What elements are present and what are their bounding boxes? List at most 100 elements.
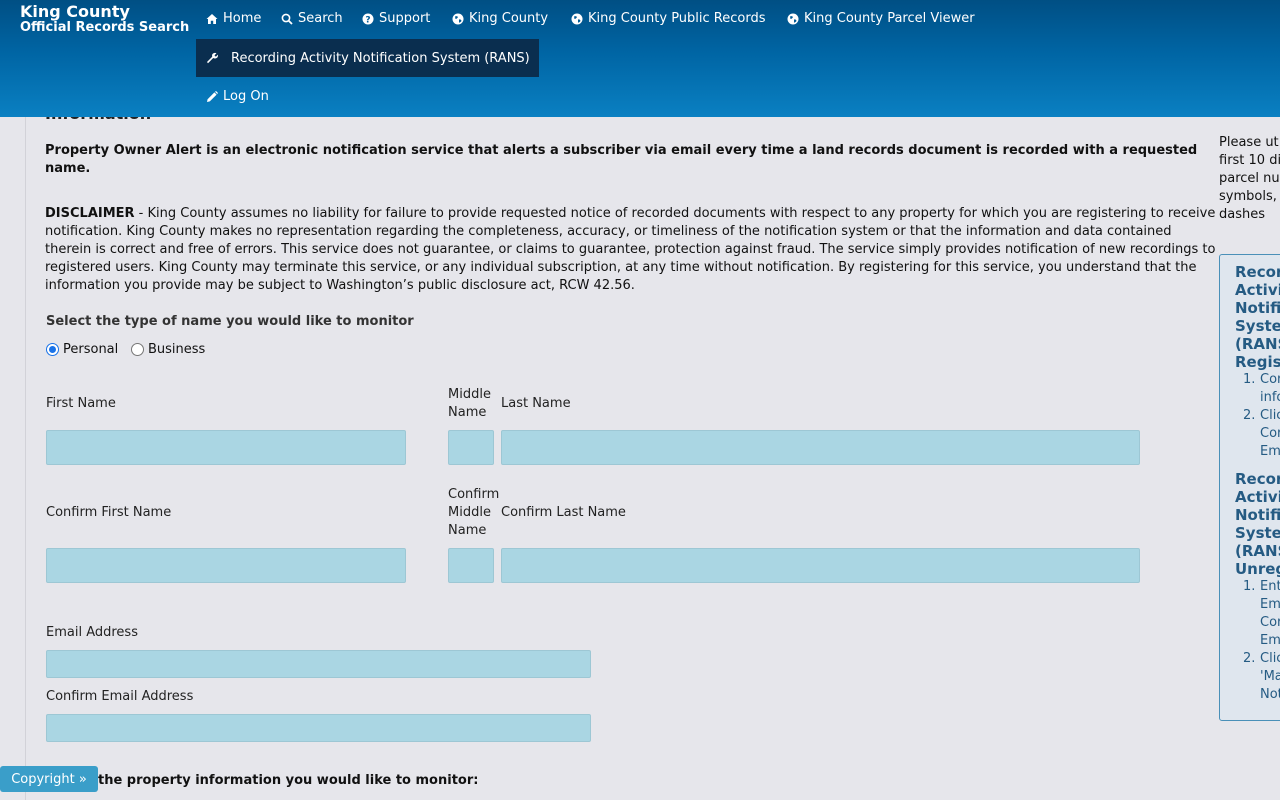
nav-parcel-viewer-label: King County Parcel Viewer [804, 11, 975, 26]
confirm-middle-name-label: Confirm Middle Name [448, 486, 499, 540]
note-line: dashes [1219, 207, 1266, 222]
registered-step-1: 1. Cor info [1243, 371, 1280, 407]
confirm-first-name-label: Confirm First Name [46, 505, 172, 520]
step-text: Cor [1260, 426, 1280, 441]
step-text: info [1260, 390, 1280, 405]
middle-name-input[interactable] [448, 430, 494, 465]
brand-subtitle: Official Records Search [20, 20, 190, 35]
nav-search-label: Search [298, 11, 343, 26]
confirm-email-input[interactable] [46, 714, 591, 742]
email-label: Email Address [46, 625, 138, 640]
nav-public-records[interactable]: King County Public Records [571, 11, 766, 27]
nav-king-county-label: King County [469, 11, 549, 26]
nav-home-label: Home [223, 11, 262, 26]
middle-name-label: Middle Name [448, 386, 491, 422]
nav-support-label: Support [379, 11, 431, 26]
first-name-input[interactable] [46, 430, 406, 465]
title-line: Activi [1235, 488, 1280, 506]
middle-name-label-line: Name [448, 405, 487, 420]
confirm-middle-name-input[interactable] [448, 548, 494, 583]
step-number: 2. [1243, 651, 1256, 666]
copyright-button[interactable]: Copyright » [0, 766, 98, 792]
registered-step-2: 2. Clic Cor Em [1243, 407, 1280, 461]
unregistered-step-2: 2. Clic 'Ma Not [1243, 650, 1280, 704]
note-line: symbols, [1219, 189, 1277, 204]
disclaimer-label: DISCLAIMER [45, 206, 135, 221]
last-name-label: Last Name [501, 396, 571, 411]
property-info-label: the property information you would like … [98, 773, 479, 788]
nav-home[interactable]: Home [206, 11, 261, 27]
pencil-icon [206, 91, 218, 103]
unregistered-step-1: 1. Ent Em Cor Em [1243, 578, 1280, 650]
name-type-label: Select the type of name you would like t… [46, 314, 414, 329]
step-text: Em [1260, 633, 1280, 648]
note-line: first 10 di [1219, 153, 1280, 168]
globe-icon [452, 13, 464, 25]
first-name-label: First Name [46, 396, 116, 411]
globe-icon [787, 13, 799, 25]
title-line: Syster [1235, 317, 1280, 335]
confirm-middle-label-line: Name [448, 523, 487, 538]
confirm-first-name-input[interactable] [46, 548, 406, 583]
step-number: 1. [1243, 372, 1256, 387]
note-line: Please ut [1219, 135, 1279, 150]
site-brand[interactable]: King County Official Records Search [20, 3, 189, 35]
nav-public-records-label: King County Public Records [588, 11, 766, 26]
step-text: Ent [1260, 579, 1280, 594]
registered-help-title: Recor Activi Notific Syster (RANS Regist [1235, 263, 1280, 371]
confirm-middle-label-line: Confirm [448, 487, 500, 502]
radio-business-label: Business [148, 342, 206, 357]
title-line: Notific [1235, 299, 1280, 317]
confirm-email-label: Confirm Email Address [46, 689, 194, 704]
brand-title: King County [20, 2, 130, 21]
question-circle-icon: ? [362, 13, 374, 25]
title-line: Regist [1235, 353, 1280, 371]
note-line: parcel nu [1219, 171, 1280, 186]
search-icon [281, 13, 293, 25]
unregistered-help-title: Recor Activi Notific Syster (RANS Unreg [1235, 470, 1280, 578]
email-input[interactable] [46, 650, 591, 678]
title-line: Recor [1235, 263, 1280, 281]
intro-text: Property Owner Alert is an electronic no… [45, 143, 1198, 176]
nav-rans[interactable]: Recording Activity Notification System (… [196, 39, 539, 77]
parcel-instructions-note: Please ut first 10 di parcel nu symbols,… [1219, 134, 1280, 224]
last-name-input[interactable] [501, 430, 1140, 465]
step-text: Cor [1260, 615, 1280, 630]
nav-logon[interactable]: Log On [206, 89, 269, 105]
confirm-last-name-label: Confirm Last Name [501, 505, 626, 520]
title-line: Notific [1235, 506, 1280, 524]
nav-king-county[interactable]: King County [452, 11, 548, 27]
disclaimer-body: - King County assumes no liability for f… [45, 206, 1216, 293]
radio-business[interactable]: Business [131, 342, 205, 357]
home-icon [206, 13, 218, 25]
step-text: Not [1260, 687, 1280, 702]
top-navigation-bar: King County Official Records Search Home… [0, 0, 1280, 117]
title-line: (RANS [1235, 335, 1280, 353]
confirm-middle-label-line: Middle [448, 505, 491, 520]
radio-business-button[interactable] [131, 343, 144, 356]
step-text: Em [1260, 597, 1280, 612]
nav-logon-label: Log On [223, 89, 269, 104]
title-line: Syster [1235, 524, 1280, 542]
step-text: Clic [1260, 408, 1280, 423]
title-line: Recor [1235, 470, 1280, 488]
step-text: Em [1260, 444, 1280, 459]
nav-parcel-viewer[interactable]: King County Parcel Viewer [787, 11, 975, 27]
rans-help-panel: Recor Activi Notific Syster (RANS Regist… [1219, 254, 1280, 721]
radio-personal-button[interactable] [46, 343, 59, 356]
wrench-icon [206, 52, 218, 64]
title-line: Activi [1235, 281, 1280, 299]
title-line: Unreg [1235, 560, 1280, 578]
nav-rans-label: Recording Activity Notification System (… [231, 50, 530, 66]
radio-personal-label: Personal [63, 342, 119, 357]
step-text: 'Ma [1260, 669, 1280, 684]
confirm-last-name-input[interactable] [501, 548, 1140, 583]
step-number: 2. [1243, 408, 1256, 423]
content-left-border [25, 117, 26, 800]
step-number: 1. [1243, 579, 1256, 594]
nav-search[interactable]: Search [281, 11, 343, 27]
title-line: (RANS [1235, 542, 1280, 560]
radio-personal[interactable]: Personal [46, 342, 118, 357]
nav-support[interactable]: ? Support [362, 11, 430, 27]
step-text: Clic [1260, 651, 1280, 666]
